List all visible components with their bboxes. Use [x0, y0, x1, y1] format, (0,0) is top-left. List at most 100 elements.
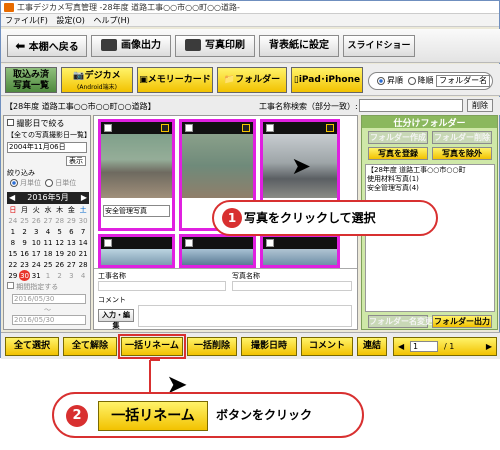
deselect-all-button[interactable]: 全て解除	[63, 337, 117, 356]
calendar-day[interactable]: 4	[77, 270, 89, 281]
search-input[interactable]	[359, 99, 463, 112]
close-icon[interactable]	[161, 124, 169, 132]
checkbox-icon[interactable]	[185, 124, 193, 132]
tab-imported-photos[interactable]: 取込み済 写真一覧	[5, 67, 57, 93]
period-checkbox[interactable]	[7, 282, 14, 289]
checkbox-icon[interactable]	[104, 124, 112, 132]
next-page-icon[interactable]: ▶	[486, 338, 492, 355]
calendar-day[interactable]: 7	[77, 226, 89, 237]
checkbox-icon[interactable]	[104, 239, 112, 247]
calendar-day[interactable]: 21	[77, 248, 89, 259]
calendar-day[interactable]: 29	[66, 215, 78, 226]
calendar-day[interactable]: 11	[42, 237, 54, 248]
prev-month-icon[interactable]: ◀	[9, 192, 15, 204]
photo-thumb[interactable]	[98, 234, 175, 268]
calendar-day[interactable]: 19	[54, 248, 66, 259]
calendar-day[interactable]: 31	[30, 270, 42, 281]
radio-by-day[interactable]	[45, 179, 54, 187]
calendar-day[interactable]: 23	[19, 259, 31, 270]
calendar-day[interactable]: 24	[30, 259, 42, 270]
calendar-day[interactable]: 16	[19, 248, 31, 259]
page-select[interactable]: 1	[410, 341, 438, 352]
calendar-day[interactable]: 5	[54, 226, 66, 237]
comment-button[interactable]: コメント	[301, 337, 353, 356]
close-icon[interactable]	[326, 124, 334, 132]
prev-page-icon[interactable]: ◀	[398, 338, 404, 355]
set-wallpaper-button[interactable]: 背表紙に設定	[259, 35, 339, 57]
select-all-button[interactable]: 全て選択	[5, 337, 59, 356]
photo-thumb[interactable]	[179, 234, 256, 268]
calendar-day[interactable]: 15	[7, 248, 19, 259]
shoot-date-button[interactable]: 撮影日時	[241, 337, 297, 356]
comment-field[interactable]	[138, 305, 352, 327]
tab-folder[interactable]: 📁フォルダー	[217, 67, 287, 93]
back-to-shelf-button[interactable]: ⬅ 本棚へ戻る	[7, 35, 87, 57]
close-icon[interactable]	[242, 124, 250, 132]
work-name-field[interactable]	[98, 281, 226, 291]
calendar-day[interactable]: 28	[54, 215, 66, 226]
calendar-day[interactable]: 12	[54, 237, 66, 248]
calendar-day[interactable]: 24	[7, 215, 19, 226]
calendar-day[interactable]: 22	[7, 259, 19, 270]
calendar-day[interactable]: 2	[54, 270, 66, 281]
slideshow-button[interactable]: スライドショー	[343, 35, 415, 57]
sort-field-select[interactable]: フォルダー名	[436, 74, 491, 87]
delete-folder-button[interactable]: フォルダー削除	[432, 131, 492, 144]
calendar-day[interactable]: 9	[19, 237, 31, 248]
calendar-day[interactable]: 3	[30, 226, 42, 237]
show-button[interactable]: 表示	[66, 156, 86, 166]
tab-memory-card[interactable]: ▣メモリーカード	[137, 67, 213, 93]
calendar-day[interactable]: 4	[42, 226, 54, 237]
radio-asc[interactable]	[377, 76, 385, 85]
calendar-day[interactable]: 18	[42, 248, 54, 259]
calendar-day[interactable]: 27	[42, 215, 54, 226]
calendar-day[interactable]: 6	[66, 226, 78, 237]
calendar-day[interactable]: 26	[30, 215, 42, 226]
date-filter-checkbox[interactable]	[7, 119, 14, 126]
period-to[interactable]: 2016/05/30	[12, 315, 86, 325]
calendar-day[interactable]: 29	[7, 270, 19, 281]
checkbox-icon[interactable]	[266, 239, 274, 247]
calendar-day[interactable]: 30	[77, 215, 89, 226]
remove-photo-button[interactable]: 写真を除外	[432, 147, 492, 160]
calendar-day[interactable]: 20	[66, 248, 78, 259]
calendar-day[interactable]: 25	[42, 259, 54, 270]
calendar-day[interactable]: 10	[30, 237, 42, 248]
export-folder-button[interactable]: フォルダー出力	[432, 315, 492, 328]
calendar-day[interactable]: 28	[77, 259, 89, 270]
photo-thumb[interactable]: 安全管理写真	[98, 119, 175, 231]
calendar-day[interactable]: 27	[66, 259, 78, 270]
tab-ipad-iphone[interactable]: ▯iPad･iPhone	[291, 67, 363, 93]
calendar-day[interactable]: 30	[18, 270, 31, 281]
print-button[interactable]: 写真印刷	[175, 35, 255, 57]
tab-digicam[interactable]: 📷デジカメ (Android端末)	[61, 67, 133, 93]
next-month-icon[interactable]: ▶	[81, 192, 87, 204]
menu-file[interactable]: ファイル(F)	[5, 16, 48, 25]
calendar-day[interactable]: 2	[19, 226, 31, 237]
calendar-day[interactable]: 1	[42, 270, 54, 281]
clear-search-button[interactable]: 削除	[467, 99, 493, 112]
menu-help[interactable]: ヘルプ(H)	[93, 16, 129, 25]
checkbox-icon[interactable]	[266, 124, 274, 132]
photo-thumb[interactable]	[260, 234, 340, 268]
photo-name-field[interactable]	[232, 281, 352, 291]
radio-desc[interactable]	[407, 76, 416, 85]
radio-by-month[interactable]	[10, 179, 18, 187]
calendar-day[interactable]: 14	[77, 237, 89, 248]
calendar-day[interactable]: 3	[66, 270, 78, 281]
calendar-day[interactable]: 13	[66, 237, 78, 248]
input-edit-button[interactable]: 入力・編集	[98, 309, 134, 330]
calendar-day[interactable]: 26	[54, 259, 66, 270]
calendar-day[interactable]: 17	[30, 248, 42, 259]
image-output-button[interactable]: 画像出力	[91, 35, 171, 57]
folder-tree-root[interactable]: 【28年度 道路工事○○市○○町	[367, 166, 493, 175]
calendar-day[interactable]: 25	[19, 215, 31, 226]
folder-tree-item[interactable]: 安全管理写真(4)	[367, 184, 493, 193]
create-folder-button[interactable]: フォルダー作成	[368, 131, 428, 144]
menu-settings[interactable]: 設定(O)	[56, 16, 85, 25]
calendar-day[interactable]: 1	[7, 226, 19, 237]
folder-tree-item[interactable]: 使用材料写真(1)	[367, 175, 493, 184]
rename-folder-button[interactable]: フォルダー名変更	[368, 315, 433, 328]
date-select[interactable]: 2004年11月06日	[7, 142, 87, 153]
checkbox-icon[interactable]	[185, 239, 193, 247]
